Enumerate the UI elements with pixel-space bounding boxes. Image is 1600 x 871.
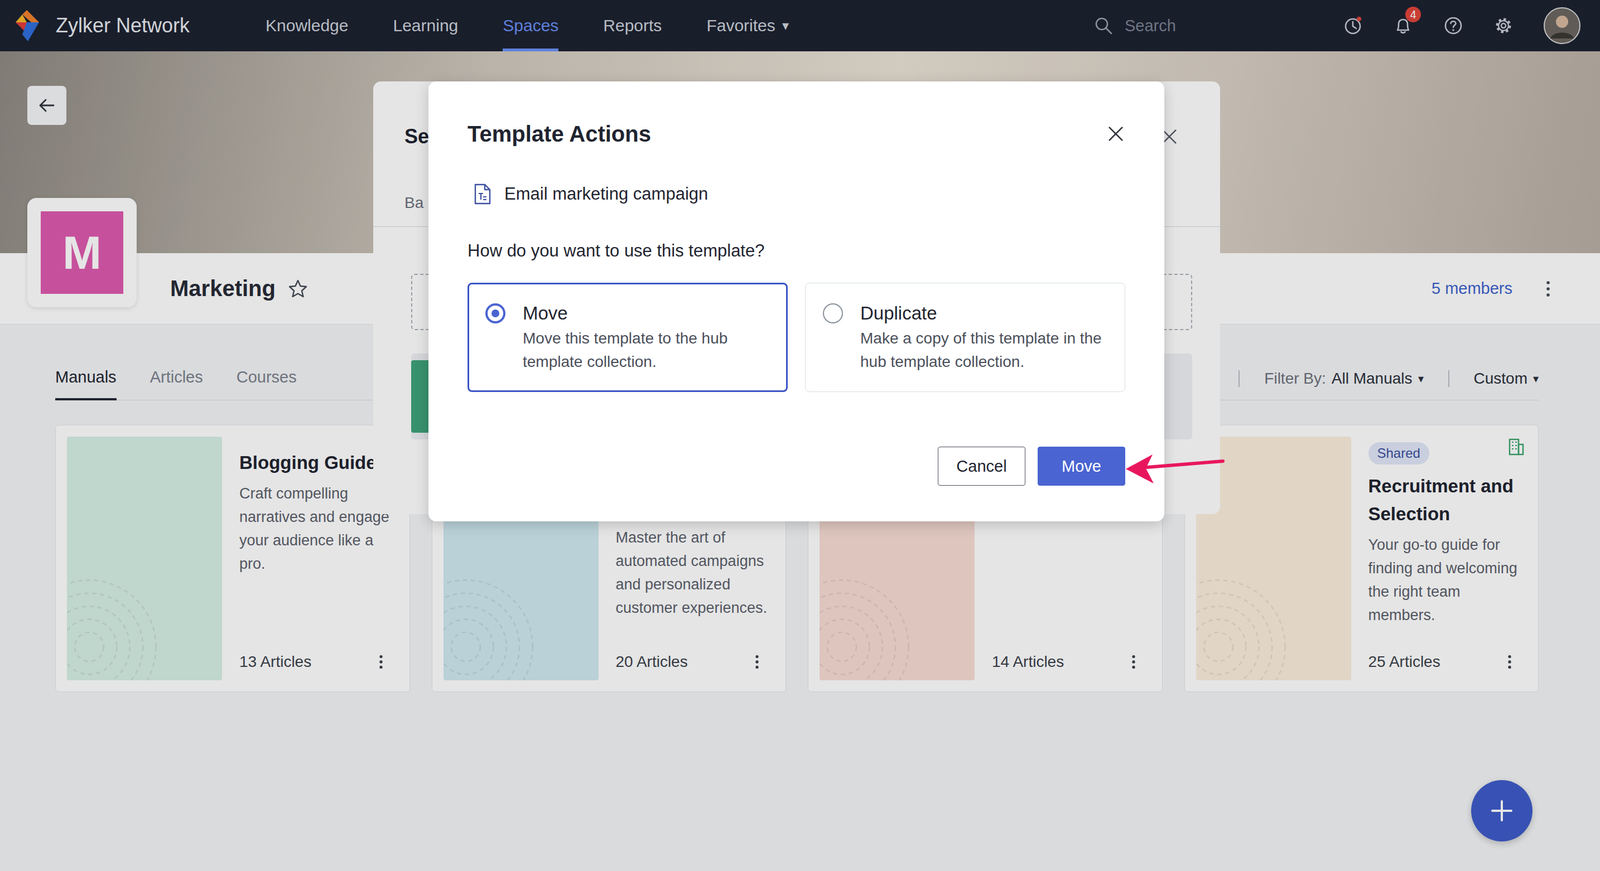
option-description: Make a copy of this template in the hub …: [860, 326, 1112, 374]
template-name: Email marketing campaign: [504, 184, 708, 205]
radio-button[interactable]: [822, 303, 843, 324]
option-card[interactable]: MoveMove this template to the hub templa…: [467, 282, 788, 393]
option-text: MoveMove this template to the hub templa…: [522, 302, 774, 381]
dialog-buttons: Cancel Move: [467, 446, 1126, 486]
screen: Zylker NetworkKnowledgeLearningSpacesRep…: [0, 0, 1600, 871]
option-label: Move: [522, 302, 774, 325]
template-name-row: Email marketing campaign: [467, 180, 1126, 209]
dialog-title: Template Actions: [467, 120, 652, 148]
cancel-button[interactable]: Cancel: [937, 446, 1026, 486]
close-icon[interactable]: [1106, 124, 1126, 144]
confirm-button[interactable]: Move: [1037, 446, 1126, 486]
question: How do you want to use this template?: [467, 239, 1126, 263]
template-actions-dialog: Template Actions Email marketing campaign…: [428, 81, 1165, 522]
option-card[interactable]: DuplicateMake a copy of this template in…: [805, 282, 1126, 393]
radio-dot: [491, 309, 500, 318]
radio-button[interactable]: [485, 303, 506, 324]
option-description: Move this template to the hub template c…: [522, 326, 774, 374]
option-label: Duplicate: [860, 302, 1112, 325]
option-group: MoveMove this template to the hub templa…: [467, 282, 1126, 393]
dialog-header: Template Actions: [467, 120, 1126, 148]
document-icon: [473, 182, 493, 206]
annotation-arrow-icon: [1121, 440, 1228, 491]
option-text: DuplicateMake a copy of this template in…: [860, 302, 1112, 381]
